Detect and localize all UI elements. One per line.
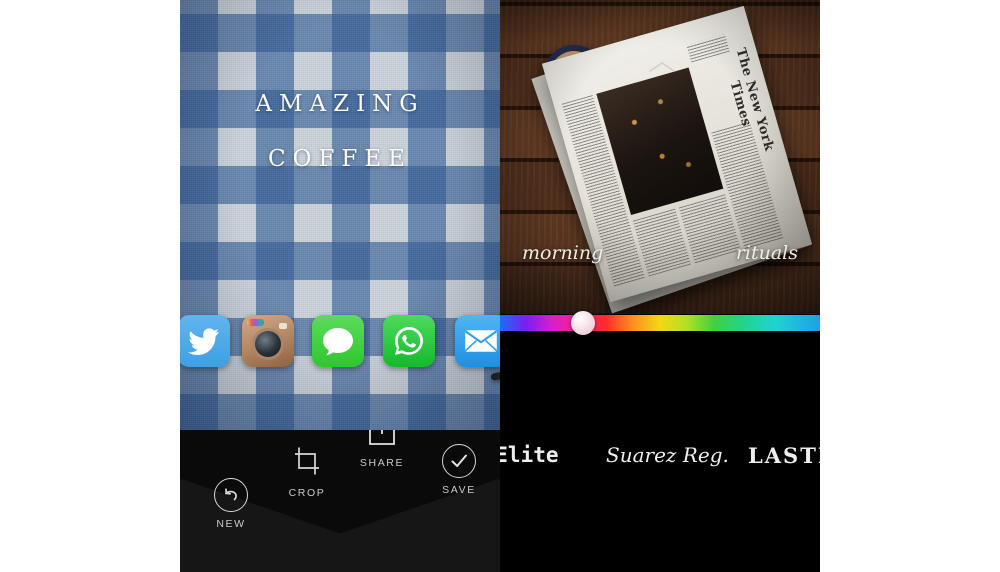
font-option-lastr[interactable]: LASTR — [748, 443, 820, 468]
new-label: NEW — [216, 518, 246, 530]
chevron-up-icon[interactable] — [648, 60, 676, 74]
editor-toolbar: NEW CROP SHARE SAVE — [180, 430, 500, 572]
newspaper-photo-canvas[interactable]: The New York Times morning rituals — [500, 0, 820, 314]
font-option-suarez[interactable]: Suarez Reg. — [606, 443, 729, 467]
mail-icon[interactable] — [455, 315, 500, 367]
share-button[interactable]: SHARE — [345, 430, 419, 469]
crop-label: CROP — [288, 487, 326, 499]
color-hue-slider-handle[interactable] — [571, 311, 595, 335]
more-label: MORE — [490, 517, 500, 529]
coffee-photo-canvas[interactable]: AMAZING COFFEE — [180, 0, 500, 432]
instagram-flash — [279, 323, 287, 329]
save-label: SAVE — [442, 484, 476, 496]
new-button[interactable]: NEW — [194, 478, 268, 530]
newspaper-caption-overlay[interactable]: morning rituals — [500, 242, 820, 282]
instagram-lens — [255, 331, 281, 357]
color-hue-slider-track[interactable] — [500, 315, 820, 331]
crop-icon — [270, 444, 344, 481]
list-icon — [490, 478, 500, 511]
font-option-elite[interactable]: l Elite — [500, 443, 559, 467]
crop-button[interactable]: CROP — [270, 444, 344, 499]
whatsapp-icon[interactable] — [383, 315, 435, 367]
checkmark-icon — [442, 444, 476, 478]
messages-icon[interactable] — [312, 315, 364, 367]
caption-line-2: COFFEE — [268, 145, 412, 172]
more-button[interactable]: MORE — [490, 478, 500, 529]
caption-left-word: morning — [522, 242, 604, 264]
caption-line-1: AMAZING — [255, 91, 425, 117]
share-icon — [345, 430, 419, 451]
save-button[interactable]: SAVE — [422, 444, 496, 496]
instagram-icon[interactable] — [242, 315, 294, 367]
right-editor-panel: The New York Times morning rituals l Eli… — [500, 0, 820, 572]
instagram-rainbow-stripe — [247, 319, 264, 326]
font-picker-carousel[interactable]: l Elite Suarez Reg. LASTR — [500, 430, 820, 480]
caption-right-word: rituals — [735, 242, 798, 264]
photo-vignette — [180, 0, 500, 432]
share-icon-row — [180, 315, 500, 367]
share-label: SHARE — [359, 457, 405, 469]
left-editor-panel: AMAZING COFFEE NEW CROP SHARE SAVE — [180, 0, 500, 572]
coffee-caption-overlay[interactable]: AMAZING COFFEE — [180, 88, 500, 175]
twitter-icon[interactable] — [180, 315, 230, 367]
undo-arrow-icon — [214, 478, 248, 512]
app-screenshot: AMAZING COFFEE NEW CROP SHARE SAVE morni… — [0, 0, 1000, 572]
